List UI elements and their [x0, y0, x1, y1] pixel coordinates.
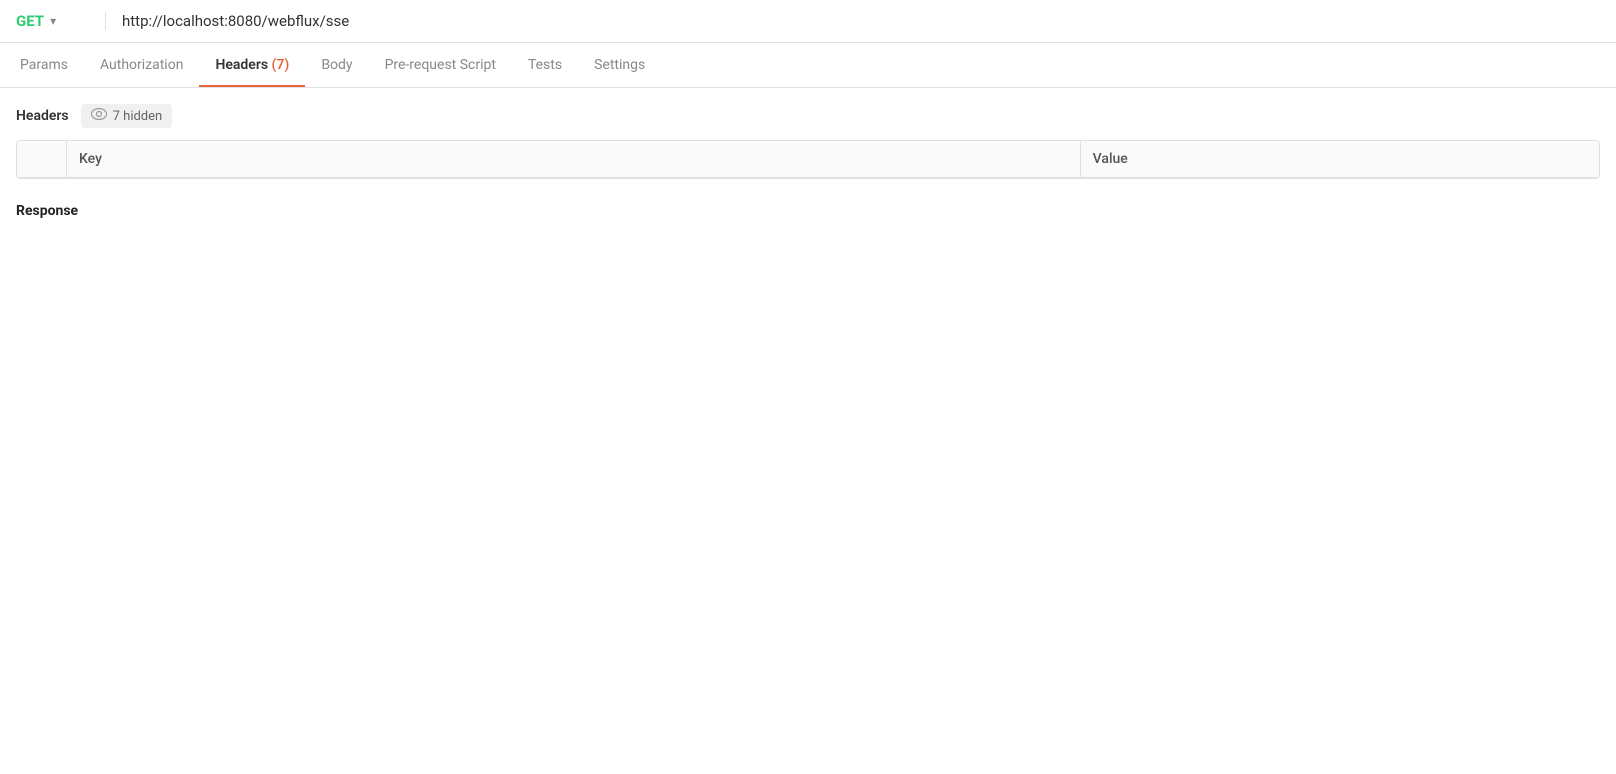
- table-header-row: Key Value: [17, 141, 1599, 178]
- tab-headers[interactable]: Headers (7): [199, 43, 305, 87]
- table-col-checkbox: [17, 141, 67, 177]
- hidden-count: 7 hidden: [113, 109, 163, 124]
- table-col-key: Key: [67, 141, 1081, 177]
- headers-label-row: Headers 7 hidden: [16, 104, 1600, 128]
- headers-label: Headers: [16, 108, 69, 124]
- headers-section: Headers 7 hidden Key Value: [0, 88, 1616, 187]
- tab-body[interactable]: Body: [305, 43, 368, 87]
- headers-table: Key Value: [16, 140, 1600, 179]
- response-label: Response: [16, 203, 78, 219]
- response-section: Response: [0, 187, 1616, 235]
- hidden-badge[interactable]: 7 hidden: [81, 104, 173, 128]
- tab-tests[interactable]: Tests: [512, 43, 578, 87]
- tab-authorization[interactable]: Authorization: [84, 43, 199, 87]
- chevron-down-icon: ▾: [50, 14, 56, 28]
- eye-icon: [91, 108, 107, 124]
- tabs-bar: Params Authorization Headers (7) Body Pr…: [0, 43, 1616, 88]
- url-input[interactable]: [106, 12, 1600, 30]
- tab-pre-request-script[interactable]: Pre-request Script: [369, 43, 512, 87]
- request-bar: GET ▾: [0, 0, 1616, 43]
- method-selector[interactable]: GET ▾: [16, 12, 106, 30]
- tab-settings[interactable]: Settings: [578, 43, 661, 87]
- method-label: GET: [16, 12, 44, 30]
- tab-params[interactable]: Params: [16, 43, 84, 87]
- table-col-value: Value: [1081, 141, 1599, 177]
